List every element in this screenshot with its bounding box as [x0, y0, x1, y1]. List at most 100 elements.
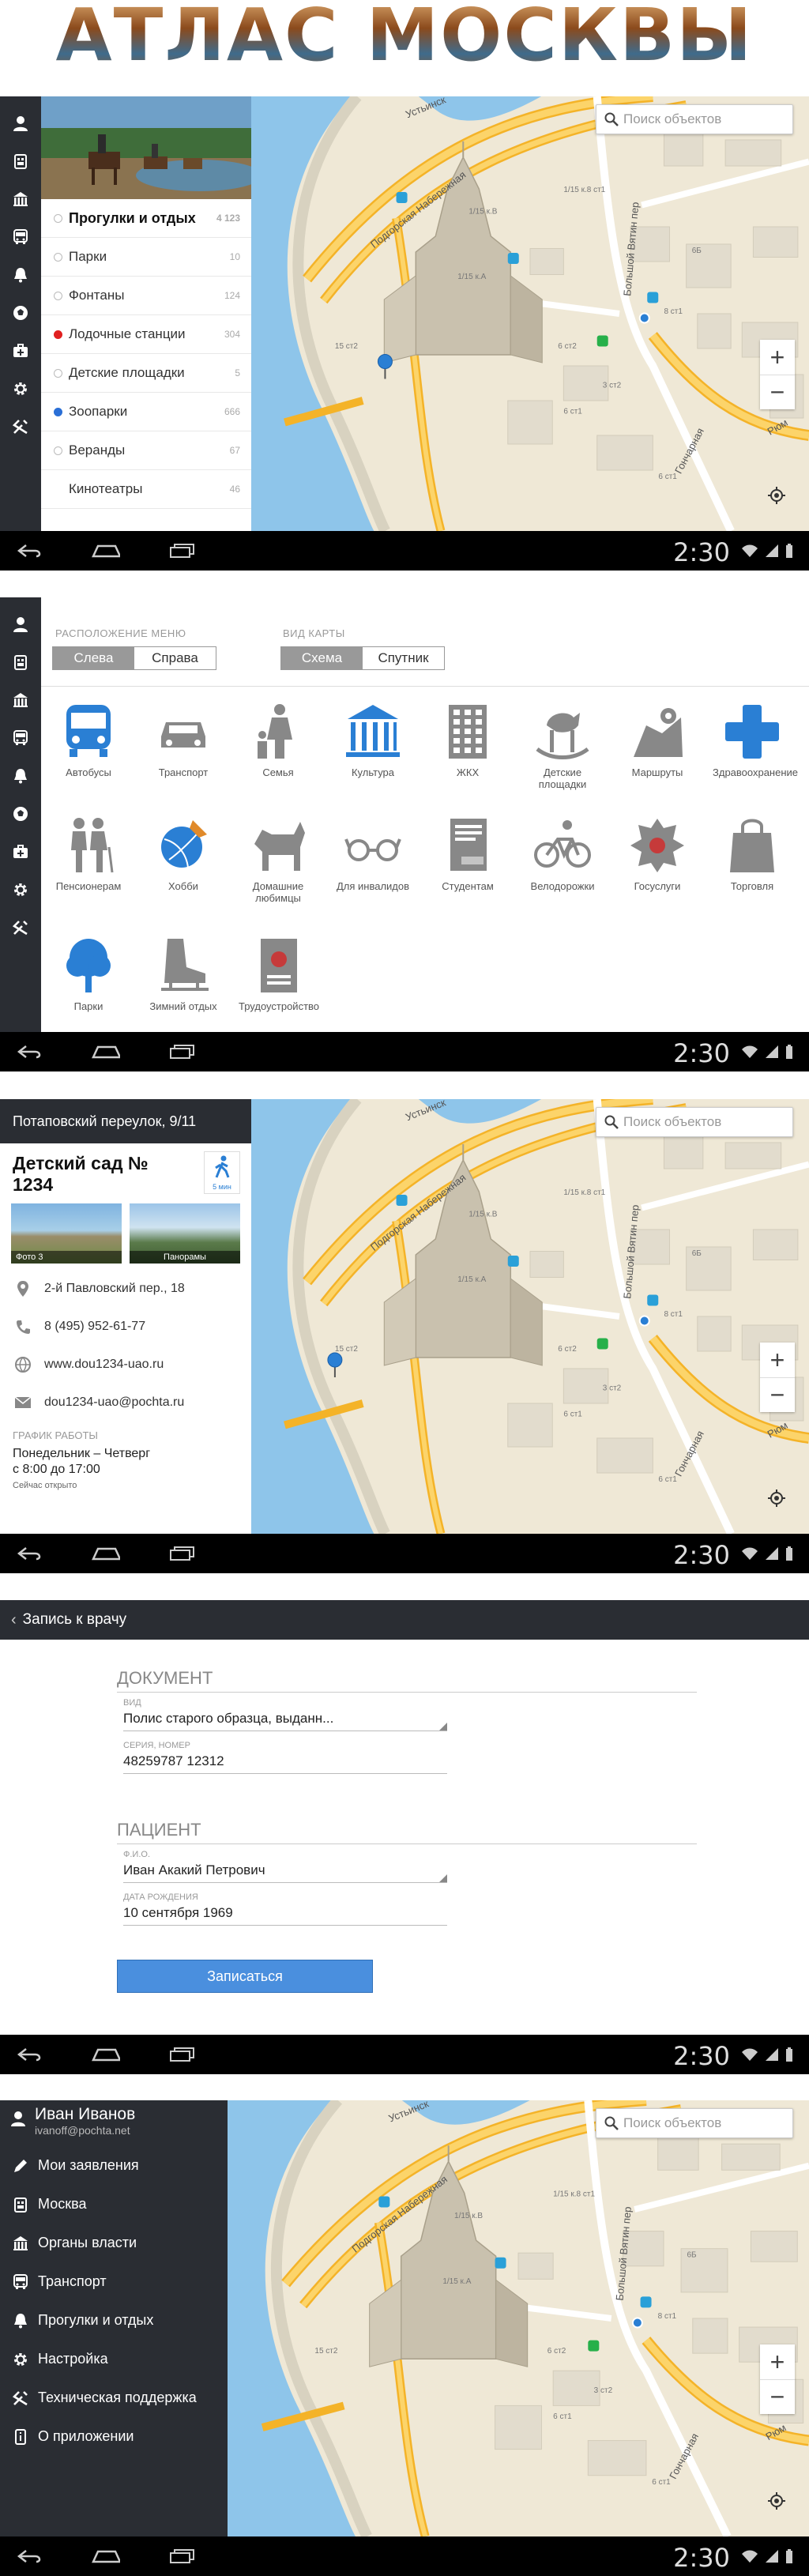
side-menu-item[interactable]: Настройка	[0, 2340, 228, 2378]
search-input[interactable]: Поиск объектов	[596, 104, 793, 134]
user-icon[interactable]	[7, 110, 34, 137]
walk-time-button[interactable]: 5 мин	[204, 1151, 240, 1194]
category-tile[interactable]: Для инвалидов	[333, 815, 412, 892]
category-tile[interactable]: Трудоустройство	[239, 936, 319, 1012]
category-tile[interactable]: Транспорт	[144, 702, 223, 778]
recent-apps-icon[interactable]	[167, 540, 196, 561]
back-nav-icon[interactable]	[16, 2546, 44, 2567]
government-icon[interactable]	[7, 687, 34, 714]
home-nav-icon[interactable]	[92, 1543, 120, 1564]
category-tile[interactable]: Пенсионерам	[49, 815, 128, 892]
recent-apps-icon[interactable]	[167, 1041, 196, 1062]
side-menu-item[interactable]: Органы власти	[0, 2224, 228, 2262]
category-item[interactable]: Кинотеатры 46	[41, 470, 251, 509]
medkit-icon[interactable]	[7, 337, 34, 364]
category-tile[interactable]: Торговля	[713, 815, 792, 892]
category-tile[interactable]: Семья	[239, 702, 318, 778]
category-tile[interactable]: Хобби	[144, 815, 223, 892]
category-tile[interactable]: Велодорожки	[523, 815, 602, 892]
category-item[interactable]: Парки 10	[41, 238, 251, 277]
recent-apps-icon[interactable]	[167, 2546, 196, 2567]
bell-icon[interactable]	[7, 262, 34, 288]
tools-icon[interactable]	[7, 413, 34, 440]
category-tile[interactable]: Домашние любимцы	[239, 815, 318, 904]
category-item[interactable]: Прогулки и отдых 4 123	[41, 199, 251, 238]
category-tile[interactable]: Студентам	[428, 815, 507, 892]
side-menu-item[interactable]: Прогулки и отдых	[0, 2301, 228, 2340]
map-satellite-option[interactable]: Спутник	[363, 647, 444, 669]
my-location-icon[interactable]	[765, 2489, 788, 2513]
doc-number-field[interactable]: 48259787 12312	[123, 1753, 447, 1774]
category-tile[interactable]: Зимний отдых	[144, 936, 223, 1012]
address-row[interactable]: 2-й Павловский пер., 18	[0, 1270, 251, 1308]
zoom-out-button[interactable]: −	[760, 375, 795, 409]
website-row[interactable]: www.dou1234-uao.ru	[0, 1346, 251, 1384]
category-item[interactable]: Веранды 67	[41, 431, 251, 470]
recent-apps-icon[interactable]	[167, 2044, 196, 2065]
zoom-in-button[interactable]: +	[760, 2344, 795, 2379]
map-scheme-option[interactable]: Схема	[281, 647, 363, 669]
map-view[interactable]: Подгорская Набережная Устьинск Большой Вят…	[228, 2100, 809, 2536]
my-location-icon[interactable]	[765, 1486, 788, 1510]
side-menu-item[interactable]: О приложении	[0, 2417, 228, 2456]
category-tile[interactable]: Здравоохранение	[713, 702, 798, 778]
government-icon[interactable]	[7, 186, 34, 213]
phone-row[interactable]: 8 (495) 952-61-77	[0, 1308, 251, 1346]
ball-icon[interactable]	[7, 299, 34, 326]
home-nav-icon[interactable]	[92, 1041, 120, 1062]
back-nav-icon[interactable]	[16, 540, 44, 561]
side-menu-item[interactable]: Мои заявления	[0, 2146, 228, 2185]
gear-icon[interactable]	[7, 876, 34, 903]
panorama-thumbnail[interactable]: Панорамы	[130, 1203, 240, 1264]
home-nav-icon[interactable]	[92, 2044, 120, 2065]
home-nav-icon[interactable]	[92, 2546, 120, 2567]
category-item[interactable]: Детские площадки 5	[41, 354, 251, 393]
side-menu-item[interactable]: Транспорт	[0, 2262, 228, 2301]
gear-icon[interactable]	[7, 375, 34, 402]
submit-button[interactable]: Записаться	[117, 1960, 373, 1993]
city-icon[interactable]	[7, 649, 34, 676]
side-menu-item[interactable]: Техническая поддержка	[0, 2378, 228, 2417]
back-nav-icon[interactable]	[16, 2044, 44, 2065]
category-tile[interactable]: Маршруты	[618, 702, 697, 778]
back-nav-icon[interactable]	[16, 1041, 44, 1062]
city-icon[interactable]	[7, 148, 34, 175]
user-profile[interactable]: Иван Иванов ivanoff@pochta.net	[0, 2100, 228, 2146]
my-location-icon[interactable]	[765, 484, 788, 507]
medkit-icon[interactable]	[7, 838, 34, 865]
bell-icon[interactable]	[7, 763, 34, 789]
recent-apps-icon[interactable]	[167, 1543, 196, 1564]
tools-icon[interactable]	[7, 914, 34, 941]
doc-type-select[interactable]: Полис старого образца, выданн...	[123, 1711, 447, 1731]
fio-select[interactable]: Иван Акакий Петрович	[123, 1862, 447, 1883]
search-input[interactable]: Поиск объектов	[596, 1107, 793, 1137]
zoom-out-button[interactable]: −	[760, 1377, 795, 1412]
zoom-out-button[interactable]: −	[760, 2379, 795, 2414]
map-view[interactable]: Подгорская Набережная Устьинск Большой Вят…	[251, 1099, 809, 1534]
home-nav-icon[interactable]	[92, 540, 120, 561]
category-item[interactable]: Фонтаны 124	[41, 277, 251, 315]
photo-thumbnail[interactable]: Фото 3	[11, 1203, 122, 1264]
zoom-in-button[interactable]: +	[760, 340, 795, 375]
bus-icon[interactable]	[7, 224, 34, 250]
side-menu-item[interactable]: Москва	[0, 2185, 228, 2224]
category-tile[interactable]: ЖКХ	[428, 702, 507, 778]
category-item[interactable]: Зоопарки 666	[41, 393, 251, 431]
category-tile[interactable]: Автобусы	[49, 702, 128, 778]
category-tile[interactable]: Госуслуги	[618, 815, 697, 892]
menu-left-option[interactable]: Слева	[53, 647, 134, 669]
user-icon[interactable]	[7, 611, 34, 638]
back-nav-icon[interactable]	[16, 1543, 44, 1564]
back-chevron-icon[interactable]: ‹	[11, 1611, 17, 1629]
ball-icon[interactable]	[7, 800, 34, 827]
category-tile[interactable]: Парки	[49, 936, 128, 1012]
menu-right-option[interactable]: Справа	[134, 647, 216, 669]
zoom-in-button[interactable]: +	[760, 1343, 795, 1377]
bus-icon[interactable]	[7, 725, 34, 751]
email-row[interactable]: dou1234-uao@pochta.ru	[0, 1384, 251, 1422]
category-item[interactable]: Лодочные станции 304	[41, 315, 251, 354]
dob-field[interactable]: 10 сентября 1969	[123, 1905, 447, 1926]
search-input[interactable]: Поиск объектов	[596, 2108, 793, 2138]
category-tile[interactable]: Культура	[333, 702, 412, 778]
category-tile[interactable]: Детские площадки	[523, 702, 602, 790]
